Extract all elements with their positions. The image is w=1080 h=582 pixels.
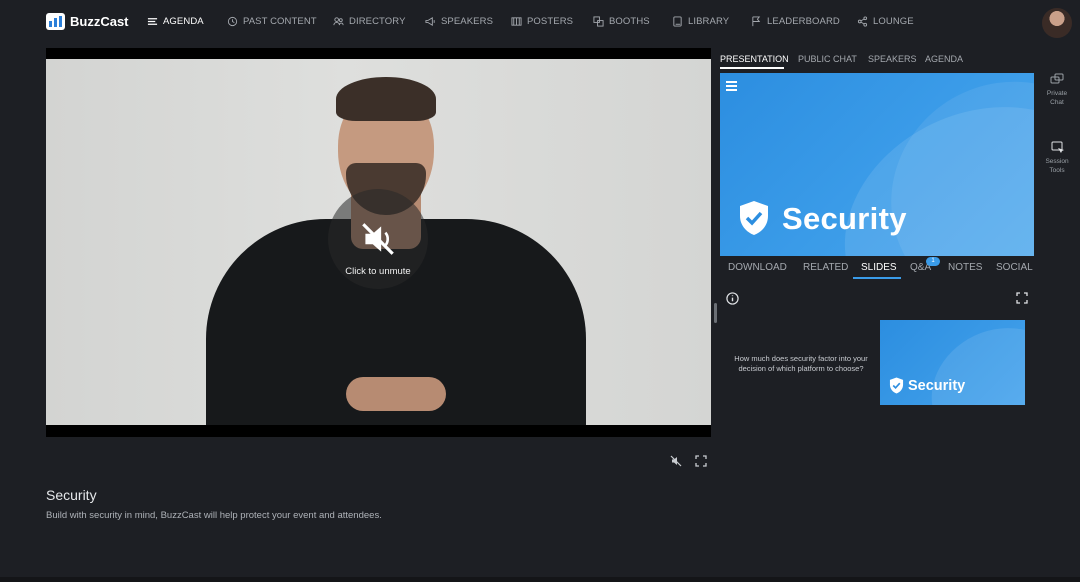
logo-text: BuzzCast bbox=[70, 14, 129, 29]
tab-agenda[interactable]: AGENDA bbox=[925, 54, 963, 64]
chat-bubbles-icon bbox=[1050, 73, 1064, 84]
session-tools-button[interactable]: Session Tools bbox=[1040, 141, 1074, 175]
menu-lines-icon bbox=[147, 18, 158, 25]
bottom-border bbox=[0, 577, 1080, 582]
speaker-hair bbox=[336, 77, 436, 121]
nav-item-lounge[interactable]: LOUNGE bbox=[857, 16, 914, 27]
nav-item-library[interactable]: LIBRARY bbox=[672, 16, 729, 27]
tab-presentation[interactable]: PRESENTATION bbox=[720, 54, 789, 64]
history-icon bbox=[227, 16, 238, 27]
logo-mark-icon bbox=[46, 13, 65, 30]
slide-thumbnail[interactable]: Security bbox=[880, 320, 1025, 405]
share-icon bbox=[857, 16, 868, 27]
top-nav: BuzzCast AGENDA PAST CONTENT DIRECTORY S… bbox=[0, 0, 1080, 46]
active-tab-indicator bbox=[720, 67, 784, 69]
panel-resize-handle[interactable] bbox=[714, 303, 717, 323]
slide-menu-icon[interactable] bbox=[726, 81, 737, 91]
book-icon bbox=[673, 16, 682, 27]
buzzcast-logo[interactable]: BuzzCast bbox=[46, 13, 129, 30]
tab-related[interactable]: RELATED bbox=[803, 262, 848, 273]
unmute-label: Click to unmute bbox=[345, 266, 411, 277]
qa-count-badge: 1 bbox=[926, 257, 940, 266]
speaker-hands bbox=[346, 377, 446, 411]
tab-slides[interactable]: SLIDES bbox=[861, 262, 897, 273]
booths-icon bbox=[593, 16, 604, 27]
thumbnail-title: Security bbox=[908, 378, 966, 394]
slides-fullscreen-icon[interactable] bbox=[1016, 292, 1028, 304]
slide-question-text: How much does security factor into your … bbox=[734, 354, 868, 373]
tab-speakers[interactable]: SPEAKERS bbox=[868, 54, 917, 64]
mute-toggle-icon[interactable] bbox=[670, 455, 682, 467]
active-subtab-indicator bbox=[853, 277, 901, 279]
tab-notes[interactable]: NOTES bbox=[948, 262, 982, 273]
video-frame: Click to unmute bbox=[46, 59, 711, 425]
shield-check-icon bbox=[740, 201, 768, 235]
nav-item-past-content[interactable]: PAST CONTENT bbox=[227, 16, 317, 27]
speaker-muted-icon bbox=[362, 223, 394, 255]
cursor-screen-icon bbox=[1051, 141, 1064, 153]
user-avatar[interactable] bbox=[1042, 8, 1072, 38]
nav-item-speakers[interactable]: SPEAKERS bbox=[425, 16, 493, 27]
poster-icon bbox=[511, 17, 522, 26]
fullscreen-icon[interactable] bbox=[695, 455, 707, 467]
megaphone-icon bbox=[425, 17, 435, 26]
tab-download[interactable]: DOWNLOAD bbox=[728, 262, 787, 273]
nav-item-agenda[interactable]: AGENDA bbox=[147, 16, 204, 27]
info-icon[interactable] bbox=[726, 292, 739, 305]
session-description: Build with security in mind, BuzzCast wi… bbox=[46, 510, 382, 521]
tab-social[interactable]: SOCIAL bbox=[996, 262, 1033, 273]
session-title: Security bbox=[46, 487, 97, 503]
presentation-slide[interactable]: Security bbox=[720, 73, 1034, 256]
tab-public-chat[interactable]: PUBLIC CHAT bbox=[798, 54, 857, 64]
nav-item-posters[interactable]: POSTERS bbox=[511, 16, 573, 27]
nav-item-booths[interactable]: BOOTHS bbox=[593, 16, 650, 27]
video-player[interactable]: Click to unmute bbox=[46, 48, 711, 437]
nav-item-directory[interactable]: DIRECTORY bbox=[333, 16, 406, 27]
leaderboard-icon bbox=[752, 16, 761, 27]
nav-item-leaderboard[interactable]: LEADERBOARD bbox=[751, 16, 840, 27]
slide-title: Security bbox=[782, 201, 907, 236]
private-chat-button[interactable]: Private Chat bbox=[1040, 73, 1074, 107]
people-icon bbox=[333, 17, 344, 26]
shield-check-icon bbox=[889, 377, 904, 394]
